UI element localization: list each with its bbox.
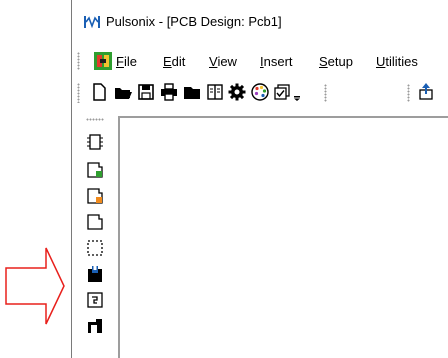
- left-vertical-toolbar: [72, 112, 114, 358]
- orange-pad-icon[interactable]: [85, 186, 105, 206]
- menu-file[interactable]: File: [116, 54, 137, 69]
- print-icon[interactable]: [159, 82, 179, 102]
- toolbar-options-icon[interactable]: [292, 82, 302, 102]
- window-title: Pulsonix - [PCB Design: Pcb1]: [106, 14, 282, 29]
- menu-edit[interactable]: Edit: [163, 54, 185, 69]
- pcb-document-icon[interactable]: [94, 52, 112, 70]
- board-outline-icon[interactable]: [85, 290, 105, 310]
- green-pad-icon[interactable]: [85, 160, 105, 180]
- menu-utilities[interactable]: Utilities: [376, 54, 418, 69]
- application-window: Pulsonix - [PCB Design: Pcb1] File Edit …: [71, 0, 448, 358]
- blank-shape-icon[interactable]: [85, 212, 105, 232]
- toolbar-grip-icon[interactable]: [77, 83, 80, 103]
- color-palette-icon[interactable]: [250, 82, 270, 102]
- copper-pour-icon[interactable]: [85, 264, 105, 284]
- menu-bar: File Edit View Insert Setup Utilities: [72, 48, 448, 74]
- layers-window-icon[interactable]: [272, 82, 292, 102]
- menu-setup[interactable]: Setup: [319, 54, 353, 69]
- left-toolbar-grip-icon[interactable]: [86, 118, 104, 121]
- open-book-icon[interactable]: [182, 82, 202, 102]
- open-folder-icon[interactable]: [113, 82, 133, 102]
- settings-gear-icon[interactable]: [227, 82, 247, 102]
- dashed-select-icon[interactable]: [85, 238, 105, 258]
- corner-shape-icon[interactable]: [85, 316, 105, 336]
- menu-insert[interactable]: Insert: [260, 54, 293, 69]
- title-bar: Pulsonix - [PCB Design: Pcb1]: [72, 0, 448, 42]
- menu-view[interactable]: View: [209, 54, 237, 69]
- toolbar-separator: [324, 84, 327, 102]
- library-book-icon[interactable]: [205, 82, 225, 102]
- pcb-design-canvas[interactable]: [118, 116, 448, 358]
- callout-arrow-icon: [5, 247, 65, 325]
- save-disk-icon[interactable]: [136, 82, 156, 102]
- pulsonix-logo-icon: [84, 16, 100, 29]
- select-component-icon[interactable]: [85, 132, 105, 152]
- export-icon[interactable]: [417, 82, 437, 102]
- main-toolbar: [72, 78, 448, 106]
- toolbar-grip-2-icon[interactable]: [407, 84, 410, 102]
- menubar-grip-icon[interactable]: [77, 52, 80, 70]
- new-document-icon[interactable]: [89, 82, 109, 102]
